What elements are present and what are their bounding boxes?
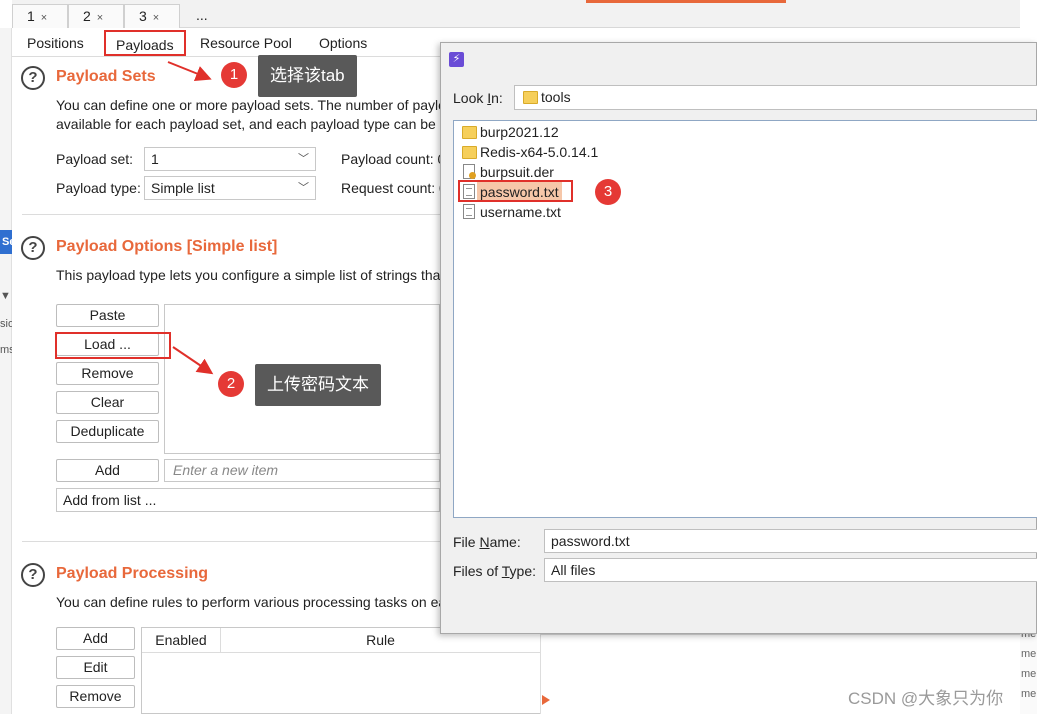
step-badge-2: 2 [218, 371, 244, 397]
annotation-arrow-1 [167, 61, 212, 81]
password-file-highlight [458, 180, 573, 202]
step-badge-1: 1 [221, 62, 247, 88]
step-badge-3: 3 [595, 179, 621, 205]
annotation-arrow-2 [172, 346, 214, 375]
watermark: CSDN @大象只为你 [848, 689, 1004, 708]
load-button-highlight [55, 332, 171, 359]
step-tooltip-1: 选择该tab [258, 55, 357, 97]
step-tooltip-2: 上传密码文本 [255, 364, 381, 406]
